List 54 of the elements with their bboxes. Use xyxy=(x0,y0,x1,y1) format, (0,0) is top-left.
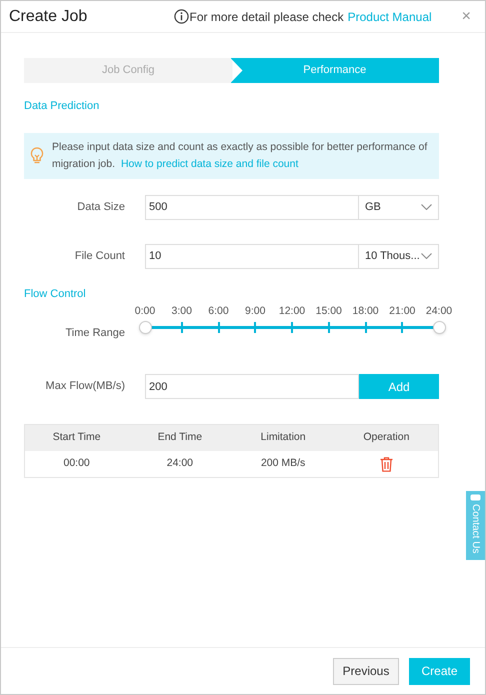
slider-tick xyxy=(401,322,404,333)
table-cell: 200 MB/s xyxy=(260,457,306,470)
help-link[interactable]: How to predict data size and file count xyxy=(120,158,298,170)
add-button[interactable]: Add xyxy=(359,374,439,399)
input-field[interactable]: 500 xyxy=(145,194,359,220)
create-button[interactable]: Create xyxy=(409,658,470,684)
chevron-down-icon xyxy=(421,253,432,259)
product-manual-link[interactable]: Product Manual xyxy=(348,8,432,26)
column-header: Start Time xyxy=(52,431,101,444)
tick-label: 18:00 xyxy=(352,304,379,319)
previous-button[interactable]: Previous xyxy=(333,658,399,684)
input-field[interactable]: 10 xyxy=(145,244,359,268)
step-tab[interactable]: Job Config xyxy=(24,58,232,83)
field-label: Time Range xyxy=(65,327,125,339)
tick-label: 6:00 xyxy=(208,304,229,319)
unit-dropdown[interactable]: GB xyxy=(359,194,439,220)
tick-label: 3:00 xyxy=(172,304,192,319)
tick-label: 0:00 xyxy=(134,304,156,319)
slider-handle[interactable] xyxy=(139,321,152,334)
slider-tick xyxy=(180,322,183,333)
help-text: For more detail please check xyxy=(190,8,344,26)
section-heading: Flow Control xyxy=(24,286,87,302)
dialog-title: Create Job xyxy=(9,6,88,26)
tick-label: 24:00 xyxy=(426,304,452,319)
slider-tick xyxy=(218,322,220,333)
slider-tick xyxy=(254,322,256,333)
table-cell: 24:00 xyxy=(166,457,194,470)
chevron-down-icon xyxy=(421,204,432,210)
table-cell: 00:00 xyxy=(63,457,90,470)
column-header: Operation xyxy=(363,431,410,444)
tick-label: 21:00 xyxy=(389,304,416,319)
chat-icon xyxy=(470,494,481,501)
slider-handle[interactable] xyxy=(433,321,446,334)
tip-text: Please input data size and count as exactly as possible for better performance of migration job. How to predict data size and file count xyxy=(52,140,428,172)
unit-dropdown[interactable]: 10 Thous... xyxy=(359,244,439,268)
column-header: Limitation xyxy=(260,431,306,444)
info-icon xyxy=(174,9,189,24)
lightbulb-icon xyxy=(30,146,44,164)
tick-label: 15:00 xyxy=(316,304,342,319)
slider-tick xyxy=(364,322,366,333)
tick-label: 12:00 xyxy=(278,304,306,319)
input-field[interactable]: 200 xyxy=(145,374,359,399)
section-heading: Data Prediction xyxy=(24,99,100,114)
close-button[interactable]: × xyxy=(462,8,471,24)
field-label: Data Size xyxy=(77,200,125,213)
contact-us-tab[interactable]: Contact Us xyxy=(466,491,485,560)
slider-tick xyxy=(291,322,293,333)
trash-icon[interactable] xyxy=(380,456,393,472)
tick-label: 9:00 xyxy=(245,304,266,319)
column-header: End Time xyxy=(158,431,202,444)
field-label: Max Flow(MB/s) xyxy=(46,380,125,392)
field-label: File Count xyxy=(74,250,125,262)
slider-tick xyxy=(328,322,330,333)
step-tab[interactable]: Performance xyxy=(230,58,439,83)
